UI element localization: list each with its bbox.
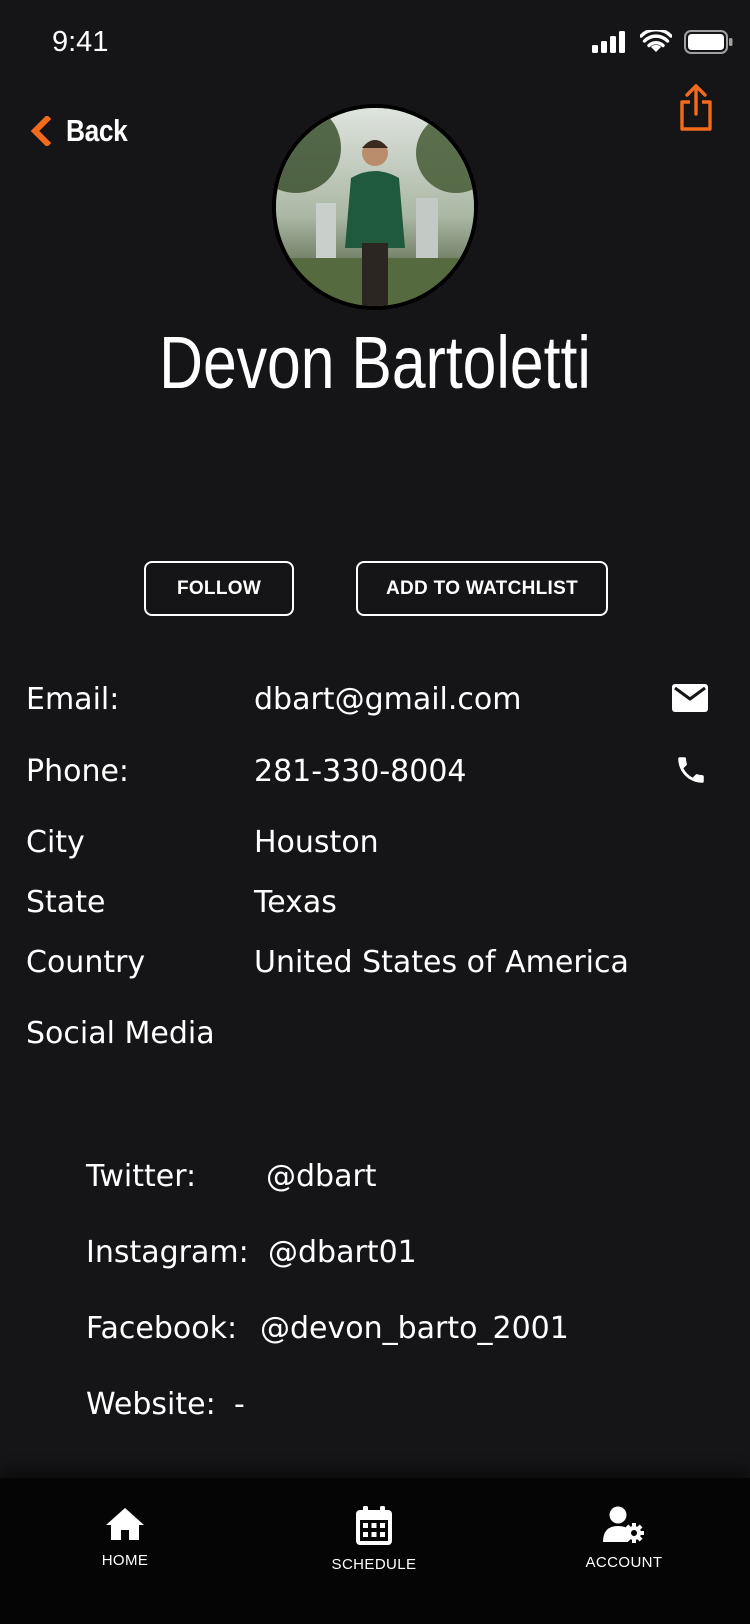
- facebook-value[interactable]: @devon_barto_2001: [260, 1309, 569, 1349]
- wifi-icon: [640, 30, 672, 52]
- profile-name: Devon Bartoletti: [159, 321, 591, 404]
- social-media-heading: Social Media: [26, 1016, 215, 1051]
- call-button[interactable]: [674, 753, 708, 791]
- battery-icon: [684, 30, 733, 54]
- tab-home[interactable]: HOME: [45, 1506, 205, 1569]
- tab-schedule[interactable]: SCHEDULE: [294, 1506, 454, 1573]
- tab-account[interactable]: ACCOUNT: [544, 1506, 704, 1571]
- mail-icon: [672, 684, 708, 712]
- phone-value[interactable]: 281-330-8004: [254, 752, 467, 792]
- twitter-value[interactable]: @dbart: [266, 1157, 377, 1197]
- calendar-icon: [356, 1506, 392, 1545]
- city-label: City: [26, 825, 85, 860]
- user-gear-icon: [603, 1506, 644, 1543]
- home-icon: [106, 1508, 144, 1540]
- state-label: State: [26, 885, 106, 920]
- email-value[interactable]: dbart@gmail.com: [254, 680, 522, 720]
- tab-home-label: HOME: [101, 1552, 149, 1569]
- twitter-label: Twitter:: [86, 1159, 197, 1194]
- share-button[interactable]: [678, 84, 714, 136]
- signal-icon: [592, 31, 625, 53]
- website-label: Website:: [86, 1387, 216, 1422]
- bottom-tab-bar: HOME SCHEDULE ACCOUNT: [0, 1478, 750, 1624]
- share-icon: [680, 84, 712, 131]
- instagram-value[interactable]: @dbart01: [268, 1233, 417, 1273]
- city-value: Houston: [254, 825, 379, 860]
- instagram-label: Instagram:: [86, 1235, 249, 1270]
- country-value: United States of America: [254, 945, 629, 980]
- add-to-watchlist-button[interactable]: ADD TO WATCHLIST: [356, 561, 608, 616]
- status-time: 9:41: [52, 26, 109, 58]
- email-button[interactable]: [672, 684, 708, 716]
- back-label: Back: [66, 113, 128, 148]
- email-label: Email:: [26, 682, 120, 717]
- website-value: -: [234, 1387, 245, 1422]
- status-icons: [592, 30, 734, 54]
- state-value: Texas: [254, 885, 337, 920]
- profile-photo: [276, 108, 474, 306]
- tab-schedule-label: SCHEDULE: [331, 1556, 417, 1573]
- profile-avatar: [272, 104, 478, 310]
- phone-icon: [678, 757, 704, 783]
- follow-button[interactable]: FOLLOW: [144, 561, 294, 616]
- tab-account-label: ACCOUNT: [585, 1554, 663, 1571]
- country-label: Country: [26, 945, 146, 980]
- phone-label: Phone:: [26, 754, 130, 789]
- chevron-left-icon: [30, 116, 52, 146]
- back-button[interactable]: Back: [30, 113, 138, 149]
- facebook-label: Facebook:: [86, 1311, 238, 1346]
